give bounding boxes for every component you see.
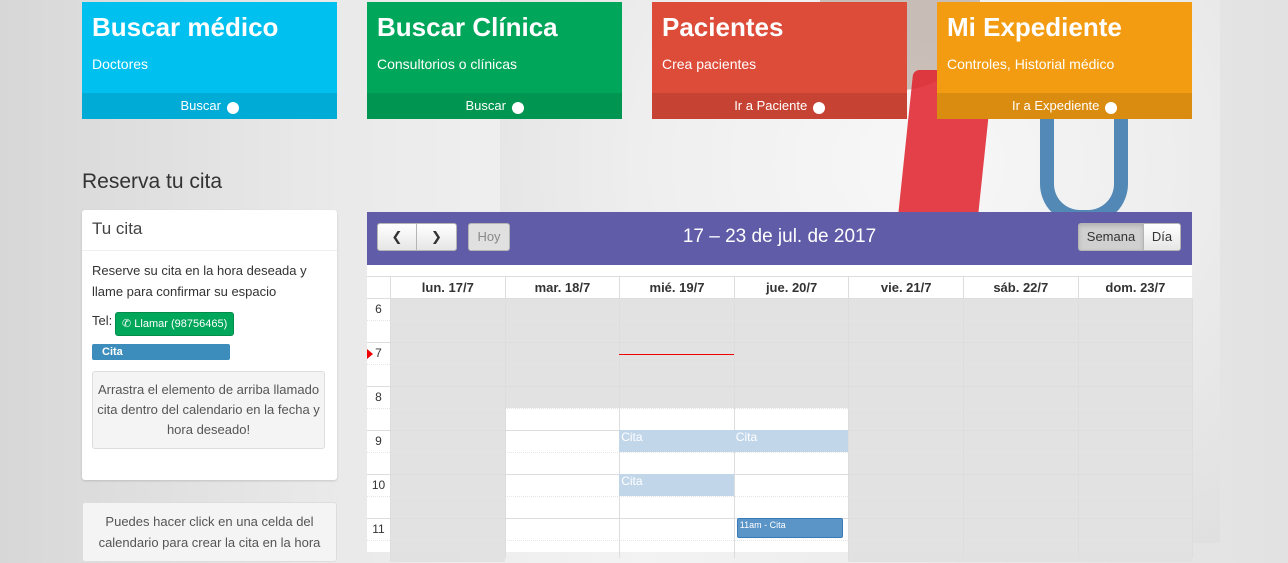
tile-subtitle: Doctores [92, 56, 149, 72]
hour-label: 11 [372, 522, 385, 536]
chevron-left-icon: ❮ [391, 229, 403, 244]
hour-label: 10 [371, 478, 386, 492]
calendar-time-grid[interactable]: 6 7 8 9 10 11 Cita Cita Cita 11am - Cita [367, 298, 1194, 562]
tel-label: Tel: [92, 313, 113, 328]
day-column-divider [390, 298, 391, 558]
click-hint-box: Puedes hacer click en una celda del cale… [82, 502, 337, 562]
calendar: ❮ ❯ Hoy 17 – 23 de jul. de 2017 Semana D… [367, 212, 1194, 562]
day-column-divider [504, 298, 506, 558]
phone-icon: ✆ [122, 318, 132, 330]
half-hour-slot[interactable] [367, 496, 1192, 519]
hour-slot[interactable] [367, 386, 1192, 409]
day-header: mar. 18/7 [504, 277, 620, 298]
hour-label: 6 [375, 302, 382, 316]
day-column-divider [963, 298, 964, 558]
section-title-reserva: Reserva tu cita [82, 170, 223, 193]
tile-link-label: Ir a Expediente [1011, 98, 1100, 113]
chevron-right-icon: ❯ [431, 229, 442, 244]
view-week-button[interactable]: Semana [1078, 223, 1144, 251]
calendar-day-headers: lun. 17/7 mar. 18/7 mié. 19/7 jue. 20/7 vie.… [367, 276, 1192, 298]
arrow-right-circle-icon: ➜ [511, 102, 524, 114]
day-header: dom. 23/7 [1077, 277, 1193, 298]
tile-link-label: Buscar [465, 98, 506, 113]
tile-subtitle: Consultorios o clínicas [377, 56, 518, 72]
day-header: mié. 19/7 [619, 277, 734, 298]
day-header: vie. 21/7 [848, 277, 963, 298]
current-time-line [619, 354, 734, 355]
tile-link-buscar-medico[interactable]: Buscar ➜ [82, 93, 337, 119]
arrow-right-circle-icon: ➜ [1105, 102, 1118, 114]
tile-title: Buscar médico [92, 12, 279, 42]
calendar-toolbar: ❮ ❯ Hoy 17 – 23 de jul. de 2017 Semana D… [367, 212, 1192, 265]
half-hour-slot[interactable] [367, 320, 1192, 343]
call-button-label: Llamar (98756465) [134, 318, 228, 330]
tile-link-label: Ir a Paciente [734, 98, 808, 113]
call-button[interactable]: ✆ Llamar (98756465) [115, 312, 235, 336]
day-header: jue. 20/7 [733, 277, 849, 298]
prev-week-button[interactable]: ❮ [377, 223, 417, 251]
tile-subtitle: Controles, Historial médico [947, 56, 1115, 72]
half-hour-slot[interactable] [367, 364, 1192, 387]
half-hour-slot[interactable] [367, 452, 1192, 475]
arrow-right-circle-icon: ➜ [226, 102, 239, 114]
current-time-arrow-icon [367, 349, 373, 359]
tile-title: Pacientes [662, 12, 784, 42]
arrow-right-circle-icon: ➜ [812, 102, 825, 114]
cita-event[interactable]: 11am - Cita [736, 518, 844, 538]
tile-buscar-medico: Buscar médico Doctores Buscar ➜ [82, 2, 337, 119]
tu-cita-box: Tu cita Reserve su cita en la hora desea… [82, 210, 337, 480]
cita-event-placeholder[interactable]: Cita [733, 430, 849, 452]
draggable-cita-event[interactable]: Cita [92, 344, 230, 360]
tile-link-pacientes[interactable]: Ir a Paciente ➜ [652, 93, 907, 119]
day-column-divider [1192, 298, 1194, 558]
box-description: Reserve su cita en la hora deseada y lla… [92, 263, 307, 299]
tile-link-label: Buscar [180, 98, 221, 113]
day-header: lun. 17/7 [390, 277, 505, 298]
hour-slot[interactable] [367, 474, 1192, 497]
hour-slot[interactable] [367, 298, 1192, 321]
tile-pacientes: Pacientes Crea pacientes Ir a Paciente ➜ [652, 2, 907, 119]
drop-hint: Arrastra el elemento de arriba llamado c… [92, 371, 325, 449]
view-day-button[interactable]: Día [1144, 223, 1181, 251]
day-column-divider [848, 298, 850, 558]
box-title: Tu cita [82, 210, 337, 251]
cita-event-placeholder[interactable]: Cita [619, 430, 734, 452]
cita-event-placeholder[interactable]: Cita [619, 474, 734, 496]
day-column-divider [733, 298, 735, 558]
tile-link-buscar-clinica[interactable]: Buscar ➜ [367, 93, 622, 119]
next-week-button[interactable]: ❯ [417, 223, 457, 251]
tile-title: Buscar Clínica [377, 12, 558, 42]
hour-label: 9 [375, 434, 382, 448]
hour-label: 8 [375, 390, 382, 404]
half-hour-slot[interactable] [367, 408, 1192, 431]
day-column-divider [1077, 298, 1079, 558]
tile-subtitle: Crea pacientes [662, 56, 757, 72]
half-hour-slot[interactable] [367, 540, 1192, 563]
day-column-divider [619, 298, 621, 558]
tile-link-mi-expediente[interactable]: Ir a Expediente ➜ [937, 93, 1192, 119]
hour-slot[interactable] [367, 342, 1192, 365]
tile-mi-expediente: Mi Expediente Controles, Historial médic… [937, 2, 1192, 119]
day-header: sáb. 22/7 [963, 277, 1078, 298]
tile-buscar-clinica: Buscar Clínica Consultorios o clínicas B… [367, 2, 622, 119]
tile-title: Mi Expediente [947, 12, 1122, 42]
today-button[interactable]: Hoy [468, 223, 510, 251]
